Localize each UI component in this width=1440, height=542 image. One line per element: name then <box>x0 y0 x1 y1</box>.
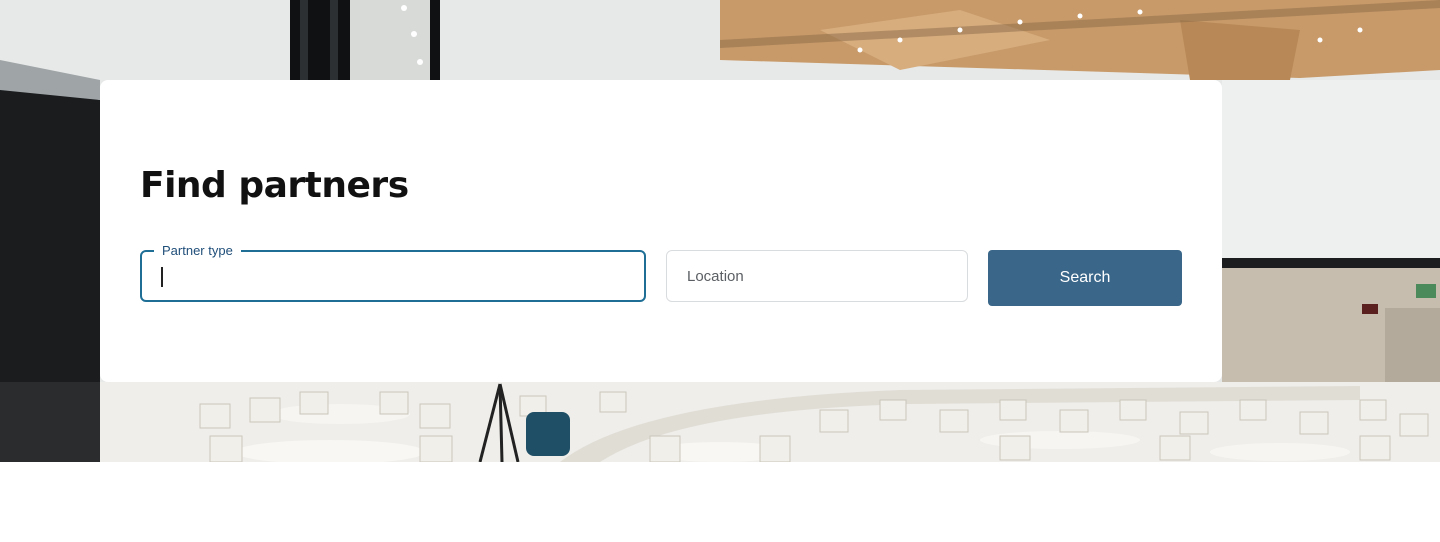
text-caret <box>161 267 163 287</box>
search-card: Find partners Partner type Search <box>100 80 1222 382</box>
location-input[interactable] <box>667 251 967 301</box>
partner-type-field[interactable]: Partner type <box>140 242 646 302</box>
page-title: Find partners <box>140 165 409 206</box>
partner-type-input[interactable] <box>142 252 644 300</box>
location-field[interactable] <box>666 250 968 302</box>
search-button[interactable]: Search <box>988 250 1182 306</box>
